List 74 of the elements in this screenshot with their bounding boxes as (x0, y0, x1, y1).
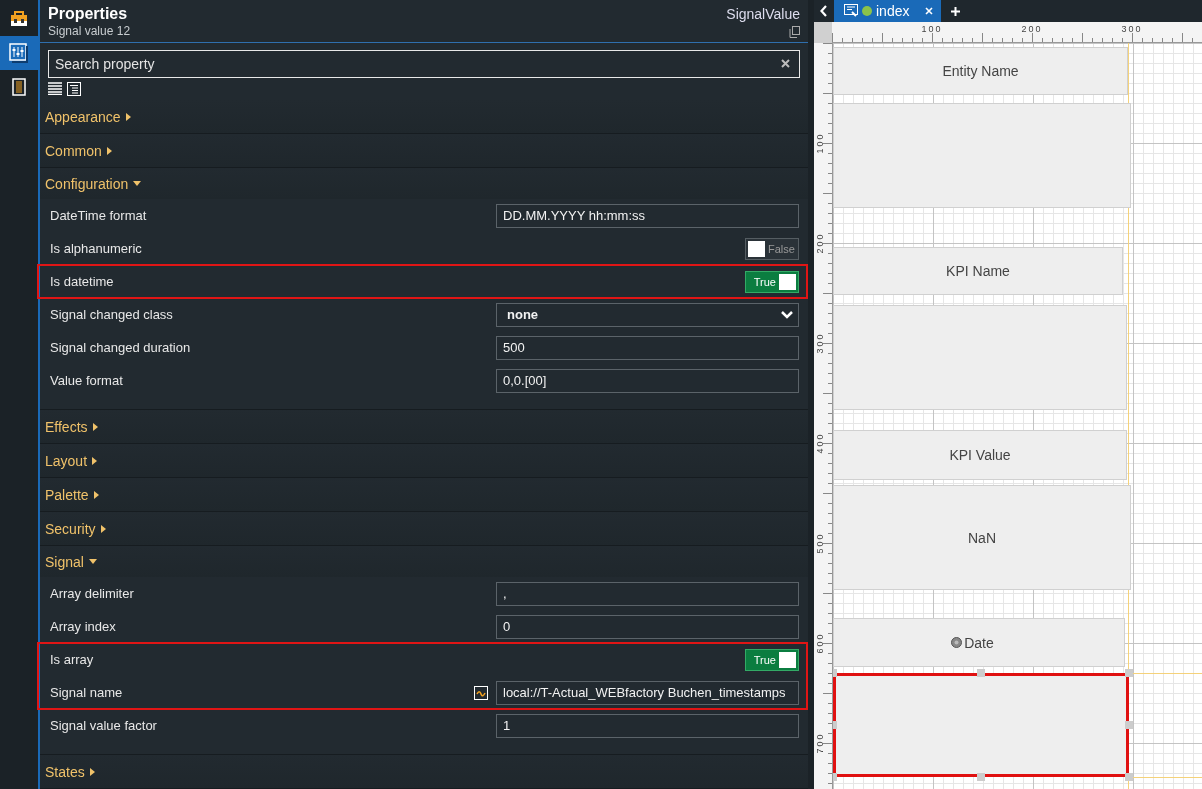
text-field[interactable]: DD.MM.YYYY hh:mm:ss (496, 203, 799, 228)
caret-right-icon (93, 490, 99, 499)
caret-right-icon (92, 422, 98, 431)
caret-down-icon (88, 559, 97, 564)
list-view-icon[interactable] (48, 82, 62, 95)
widget-type: SignalValue (726, 6, 800, 22)
resize-handle[interactable] (1125, 721, 1133, 729)
text-field[interactable]: 500 (496, 335, 799, 360)
panel-subtitle: Signal value 12 (48, 23, 131, 39)
plus-icon (951, 6, 961, 16)
toggle-switch[interactable]: True (745, 270, 799, 293)
caret-right-icon (92, 456, 98, 465)
ruler-label: 200 (815, 232, 825, 254)
chevron-left-icon (820, 5, 828, 17)
property-label: DateTime format (50, 208, 148, 223)
widget-box[interactable]: KPI Value (833, 430, 1127, 480)
property-label: Value format (50, 373, 124, 388)
property-label: Is alphanumeric (50, 241, 143, 256)
caret-right-icon (106, 146, 112, 155)
property-label: Array delimiter (50, 586, 135, 601)
resize-handle[interactable] (977, 669, 985, 677)
caret-down-icon (133, 181, 142, 186)
widget-box[interactable]: KPI Name (833, 247, 1123, 295)
ruler-label: 100 (921, 24, 943, 34)
toggle-switch[interactable]: False (745, 237, 799, 260)
copy-icon[interactable] (789, 26, 800, 38)
text-field[interactable]: 0,0.[00] (496, 368, 799, 393)
anchor-icon[interactable] (951, 637, 962, 648)
text-field[interactable]: local://T-Actual_WEBfactory Buchen_timestamps (496, 680, 799, 705)
property-label: Signal value factor (50, 718, 158, 733)
ruler-corner (814, 22, 832, 43)
ruler-label: 500 (815, 532, 825, 554)
dropdown[interactable]: none (496, 302, 799, 327)
search-field[interactable]: Search property (48, 50, 800, 78)
property-label: Array index (50, 619, 117, 634)
ruler-label: 200 (1021, 24, 1043, 34)
status-dot-icon (862, 6, 872, 16)
property-label: Signal changed duration (50, 340, 192, 355)
document-tab[interactable]: index (834, 0, 942, 22)
tree-view-icon[interactable] (67, 82, 81, 96)
text-field[interactable]: , (496, 581, 799, 606)
ruler-label: 700 (815, 732, 825, 754)
toolbox-icon (10, 11, 28, 27)
widget-box[interactable]: NaN (833, 485, 1131, 590)
text-field[interactable]: 0 (496, 614, 799, 639)
resize-handle[interactable] (977, 773, 985, 781)
panel-title: Properties (48, 5, 129, 23)
ruler-label: 600 (815, 632, 825, 654)
ruler-label: 300 (815, 332, 825, 354)
page-icon (844, 4, 858, 18)
widget-box[interactable] (833, 673, 1129, 777)
chevron-down-icon (780, 309, 794, 320)
clear-icon[interactable] (781, 59, 790, 68)
caret-right-icon (100, 524, 106, 533)
book-icon (12, 78, 26, 96)
widget-box[interactable]: Date (833, 618, 1125, 667)
property-label: Is datetime (50, 274, 115, 289)
caret-right-icon (89, 767, 95, 776)
resize-handle[interactable] (1125, 669, 1133, 677)
resize-handle[interactable] (1125, 773, 1133, 781)
property-label: Is array (50, 652, 95, 667)
widget-box[interactable]: Entity Name (833, 47, 1128, 95)
property-label: Signal changed class (50, 307, 174, 322)
sliders-icon (9, 43, 29, 63)
ruler-label: 300 (1121, 24, 1143, 34)
text-field[interactable]: 1 (496, 713, 799, 738)
toggle-switch[interactable]: True (745, 648, 799, 671)
close-icon[interactable] (925, 7, 934, 15)
ruler-label: 100 (815, 132, 825, 154)
signal-wave-icon[interactable] (474, 685, 488, 700)
sidebar-tab[interactable] (0, 36, 38, 70)
property-label: Signal name (50, 685, 124, 700)
ruler-label: 400 (815, 432, 825, 454)
caret-right-icon (125, 112, 131, 121)
